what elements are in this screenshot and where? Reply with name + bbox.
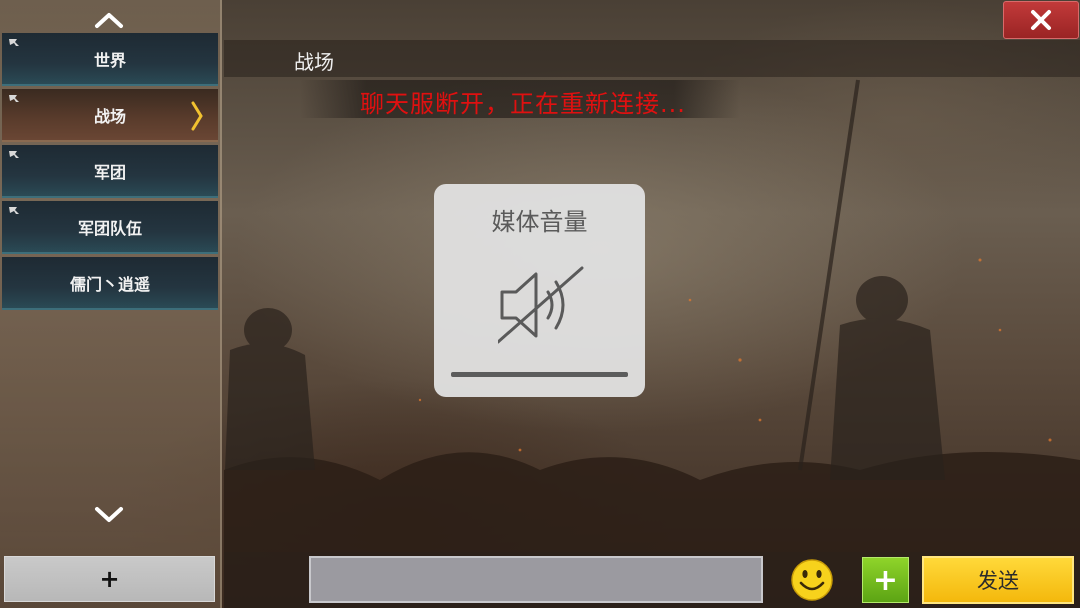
chat-header: 战场 <box>224 40 1080 77</box>
send-button[interactable]: 发送 <box>922 556 1074 604</box>
chat-title: 战场 <box>294 50 334 74</box>
pin-icon <box>9 39 19 46</box>
pin-icon <box>9 151 19 158</box>
channel-item-private-chat[interactable]: 儒门丶逍遥 <box>2 257 218 310</box>
channel-label: 战场 <box>93 106 126 126</box>
channel-item-legion[interactable]: 军团 <box>2 145 218 198</box>
channel-item-legion-team[interactable]: 军团队伍 <box>2 201 218 254</box>
add-channel-button[interactable]: + <box>4 556 215 602</box>
channel-label: 军团 <box>93 162 126 182</box>
speaker-muted-icon <box>498 266 584 344</box>
smiley-icon[interactable] <box>789 557 835 603</box>
channel-label: 世界 <box>93 50 126 70</box>
pin-icon <box>9 207 19 214</box>
chevron-down-icon[interactable] <box>92 503 126 527</box>
close-button[interactable] <box>1003 1 1079 39</box>
close-icon <box>1031 10 1051 30</box>
channel-item-world[interactable]: 世界 <box>2 33 218 86</box>
channel-item-battlefield[interactable]: 战场 <box>2 89 218 142</box>
chevron-right-icon <box>191 101 203 131</box>
more-options-button[interactable]: + <box>862 557 909 603</box>
channel-label: 军团队伍 <box>77 218 142 238</box>
volume-title: 媒体音量 <box>491 208 588 236</box>
chat-input[interactable] <box>309 556 763 603</box>
media-volume-overlay: 媒体音量 <box>434 184 645 397</box>
connection-notice: 聊天服断开，正在重新连接... <box>360 90 686 118</box>
chevron-up-icon[interactable] <box>92 8 126 32</box>
channel-label: 儒门丶逍遥 <box>69 274 150 294</box>
volume-slider[interactable] <box>451 372 628 377</box>
channel-list: 世界 战场 军团 军团队伍 儒门丶逍遥 <box>2 33 218 313</box>
channel-sidebar: 世界 战场 军团 军团队伍 儒门丶逍遥 + <box>0 0 222 608</box>
pin-icon <box>9 95 19 102</box>
